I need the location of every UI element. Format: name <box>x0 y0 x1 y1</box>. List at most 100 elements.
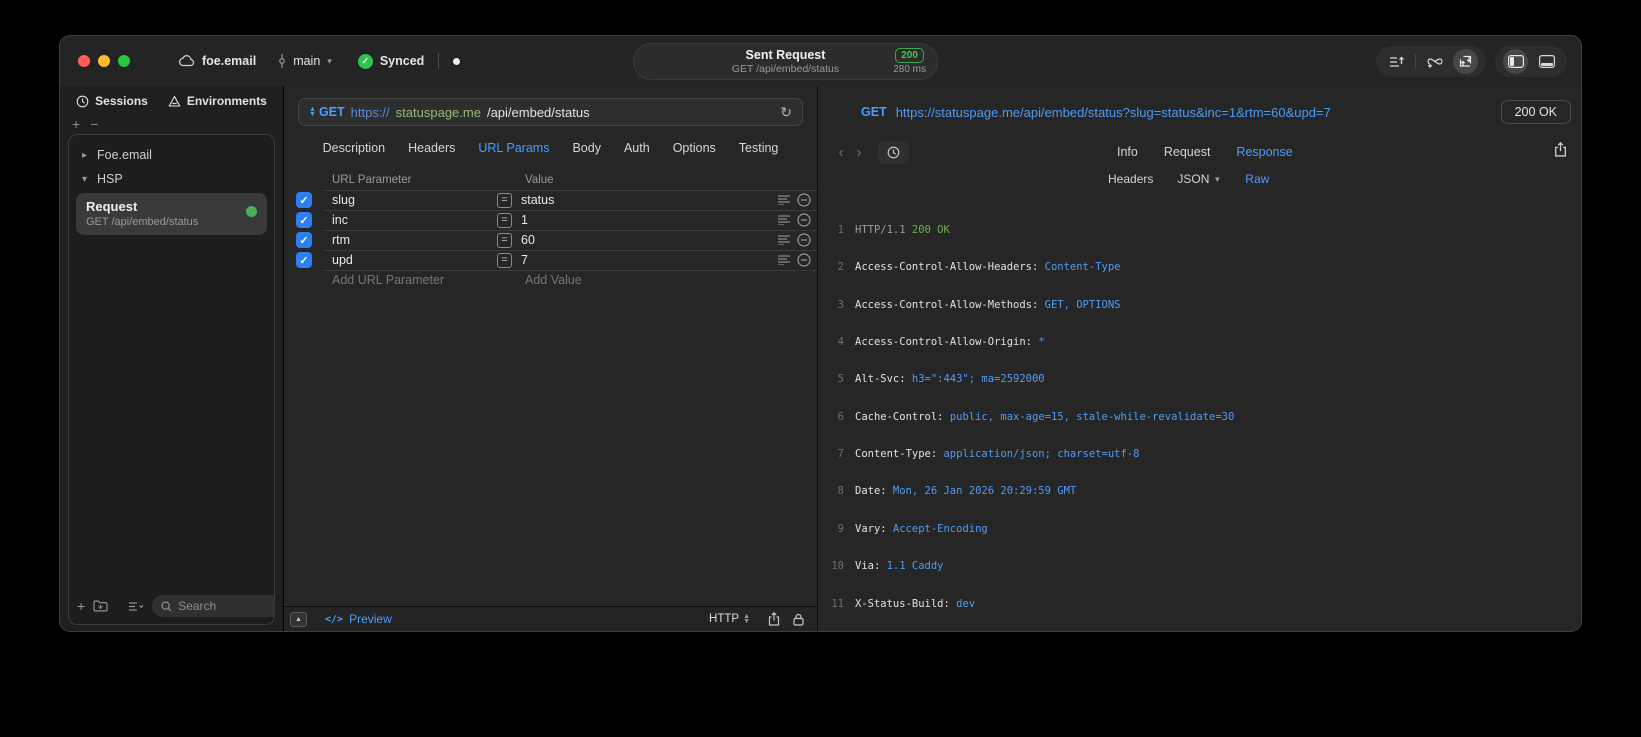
param-checkbox[interactable]: ✓ <box>296 252 312 268</box>
group-foe-email[interactable]: ▸ Foe.email <box>74 143 269 167</box>
param-row-rtm[interactable]: ✓ rtm = 60 <box>284 230 817 250</box>
share-icon[interactable] <box>768 612 780 626</box>
remove-row-icon[interactable] <box>797 253 811 267</box>
code-icon: </> <box>325 613 344 625</box>
param-checkbox[interactable]: ✓ <box>296 232 312 248</box>
param-name[interactable]: slug <box>324 193 479 207</box>
tab-headers[interactable]: Headers <box>408 141 455 155</box>
param-checkbox[interactable]: ✓ <box>296 212 312 228</box>
method-selector[interactable]: ▲ ▼ GET <box>309 105 345 119</box>
row-options-icon[interactable] <box>778 215 790 225</box>
subtab-raw[interactable]: Raw <box>1245 172 1269 186</box>
history-back-button[interactable]: ‹ <box>832 144 850 161</box>
branch-selector[interactable]: main ▾ <box>278 54 332 68</box>
response-panel: GET https://statuspage.me/api/embed/stat… <box>818 86 1581 631</box>
tab-sessions[interactable]: Sessions <box>76 94 148 108</box>
updown-chevrons-icon: ▲ ▼ <box>743 613 750 625</box>
remove-row-icon[interactable] <box>797 213 811 227</box>
line-number: 4 <box>837 335 844 348</box>
search-icon <box>161 600 172 612</box>
sort-filter-button[interactable] <box>128 601 144 612</box>
new-folder-button[interactable] <box>93 600 108 612</box>
close-window-button[interactable] <box>78 55 90 67</box>
param-row-slug[interactable]: ✓ slug = status <box>284 190 817 210</box>
row-options-icon[interactable] <box>778 195 790 205</box>
request-url-bar[interactable]: ▲ ▼ GET https:// statuspage.me/api/embed/s… <box>298 98 803 126</box>
sent-request-status: 200 280 ms <box>893 48 926 75</box>
param-name[interactable]: inc <box>324 213 479 227</box>
request-item-title: Request <box>86 199 138 214</box>
tab-description[interactable]: Description <box>323 141 386 155</box>
protocol-selector[interactable]: HTTP ▲ ▼ <box>709 613 750 625</box>
sort-list-button[interactable] <box>1384 49 1409 74</box>
export-response-icon[interactable] <box>1554 142 1567 157</box>
lock-icon[interactable] <box>793 613 804 626</box>
tab-info[interactable]: Info <box>1117 145 1138 159</box>
param-row-inc[interactable]: ✓ inc = 1 <box>284 210 817 230</box>
row-options-icon[interactable] <box>778 255 790 265</box>
equals-icon: = <box>497 232 512 248</box>
column-header-value: Value <box>525 174 554 186</box>
traffic-lights <box>78 55 130 67</box>
tab-testing[interactable]: Testing <box>739 141 779 155</box>
history-forward-button[interactable]: › <box>850 144 868 161</box>
param-value[interactable]: 7 <box>521 253 528 267</box>
line-number: 10 <box>831 560 844 573</box>
toggle-sidebar-button[interactable] <box>1503 49 1528 74</box>
status-code-badge: 200 <box>895 48 924 63</box>
cloud-icon <box>178 55 195 67</box>
tab-environments[interactable]: Environments <box>168 94 267 108</box>
resend-request-icon[interactable]: ↻ <box>780 104 792 121</box>
param-value[interactable]: status <box>521 193 554 207</box>
environments-icon <box>168 95 181 108</box>
add-param-value-placeholder[interactable]: Add Value <box>479 273 765 287</box>
tab-request[interactable]: Request <box>1164 145 1211 159</box>
sync-status[interactable]: ✓ Synced <box>357 53 424 69</box>
remove-row-icon[interactable] <box>797 233 811 247</box>
swap-request-button[interactable] <box>1453 49 1478 74</box>
sent-request-pill[interactable]: Sent Request GET /api/embed/status 200 2… <box>633 43 938 80</box>
search-input[interactable] <box>178 599 274 613</box>
preview-button[interactable]: </> Preview <box>325 612 392 626</box>
response-body: 1 HTTP/1.1 200 OK 2 Access-Control-Allow-He… <box>818 199 1581 631</box>
response-url[interactable]: https://statuspage.me/api/embed/status?s… <box>896 105 1501 120</box>
toggle-bottom-panel-button[interactable] <box>1534 49 1559 74</box>
param-name[interactable]: rtm <box>324 233 479 247</box>
unsaved-indicator-dot <box>453 57 461 65</box>
add-param-name-placeholder[interactable]: Add URL Parameter <box>324 273 479 287</box>
tab-options[interactable]: Options <box>673 141 716 155</box>
response-status-badge: 200 OK <box>1500 100 1571 124</box>
minimize-window-button[interactable] <box>98 55 110 67</box>
tab-auth[interactable]: Auth <box>624 141 650 155</box>
new-request-button[interactable]: + <box>77 598 85 614</box>
param-name[interactable]: upd <box>324 253 479 267</box>
remove-session-button[interactable]: − <box>90 116 98 132</box>
subtab-headers[interactable]: Headers <box>1108 172 1153 186</box>
zoom-window-button[interactable] <box>118 55 130 67</box>
status-protocol: HTTP/1.1 <box>855 223 906 236</box>
row-options-icon[interactable] <box>778 235 790 245</box>
param-row-upd[interactable]: ✓ upd = 7 <box>284 250 817 270</box>
param-value[interactable]: 60 <box>521 233 535 247</box>
expand-panel-button[interactable]: ▲ <box>290 611 307 627</box>
add-param-row[interactable]: Add URL Parameter Add Value <box>284 270 817 290</box>
subtab-json[interactable]: JSON ▼ <box>1177 172 1221 186</box>
compare-loop-button[interactable] <box>1422 49 1447 74</box>
sidebar-search[interactable] <box>152 595 274 617</box>
sessions-panel: ▸ Foe.email ▾ HSP Request GET /api/embed… <box>68 134 275 625</box>
tab-url-params[interactable]: URL Params <box>478 141 549 155</box>
project-switcher[interactable]: foe.email <box>178 54 256 68</box>
remove-row-icon[interactable] <box>797 193 811 207</box>
history-button[interactable] <box>878 140 909 164</box>
tab-body[interactable]: Body <box>572 141 601 155</box>
param-value[interactable]: 1 <box>521 213 528 227</box>
param-checkbox[interactable]: ✓ <box>296 192 312 208</box>
chevron-right-icon: ▸ <box>82 149 88 161</box>
group-hsp[interactable]: ▾ HSP <box>74 167 269 191</box>
request-tree: ▸ Foe.email ▾ HSP Request GET /api/embed… <box>69 135 274 592</box>
sidebar-item-request[interactable]: Request GET /api/embed/status <box>76 193 267 235</box>
add-session-button[interactable]: + <box>72 116 80 132</box>
url-params-table: URL Parameter Value ✓ slug = status ✓ in… <box>284 170 817 290</box>
tab-environments-label: Environments <box>186 94 267 108</box>
tab-response[interactable]: Response <box>1236 145 1292 159</box>
